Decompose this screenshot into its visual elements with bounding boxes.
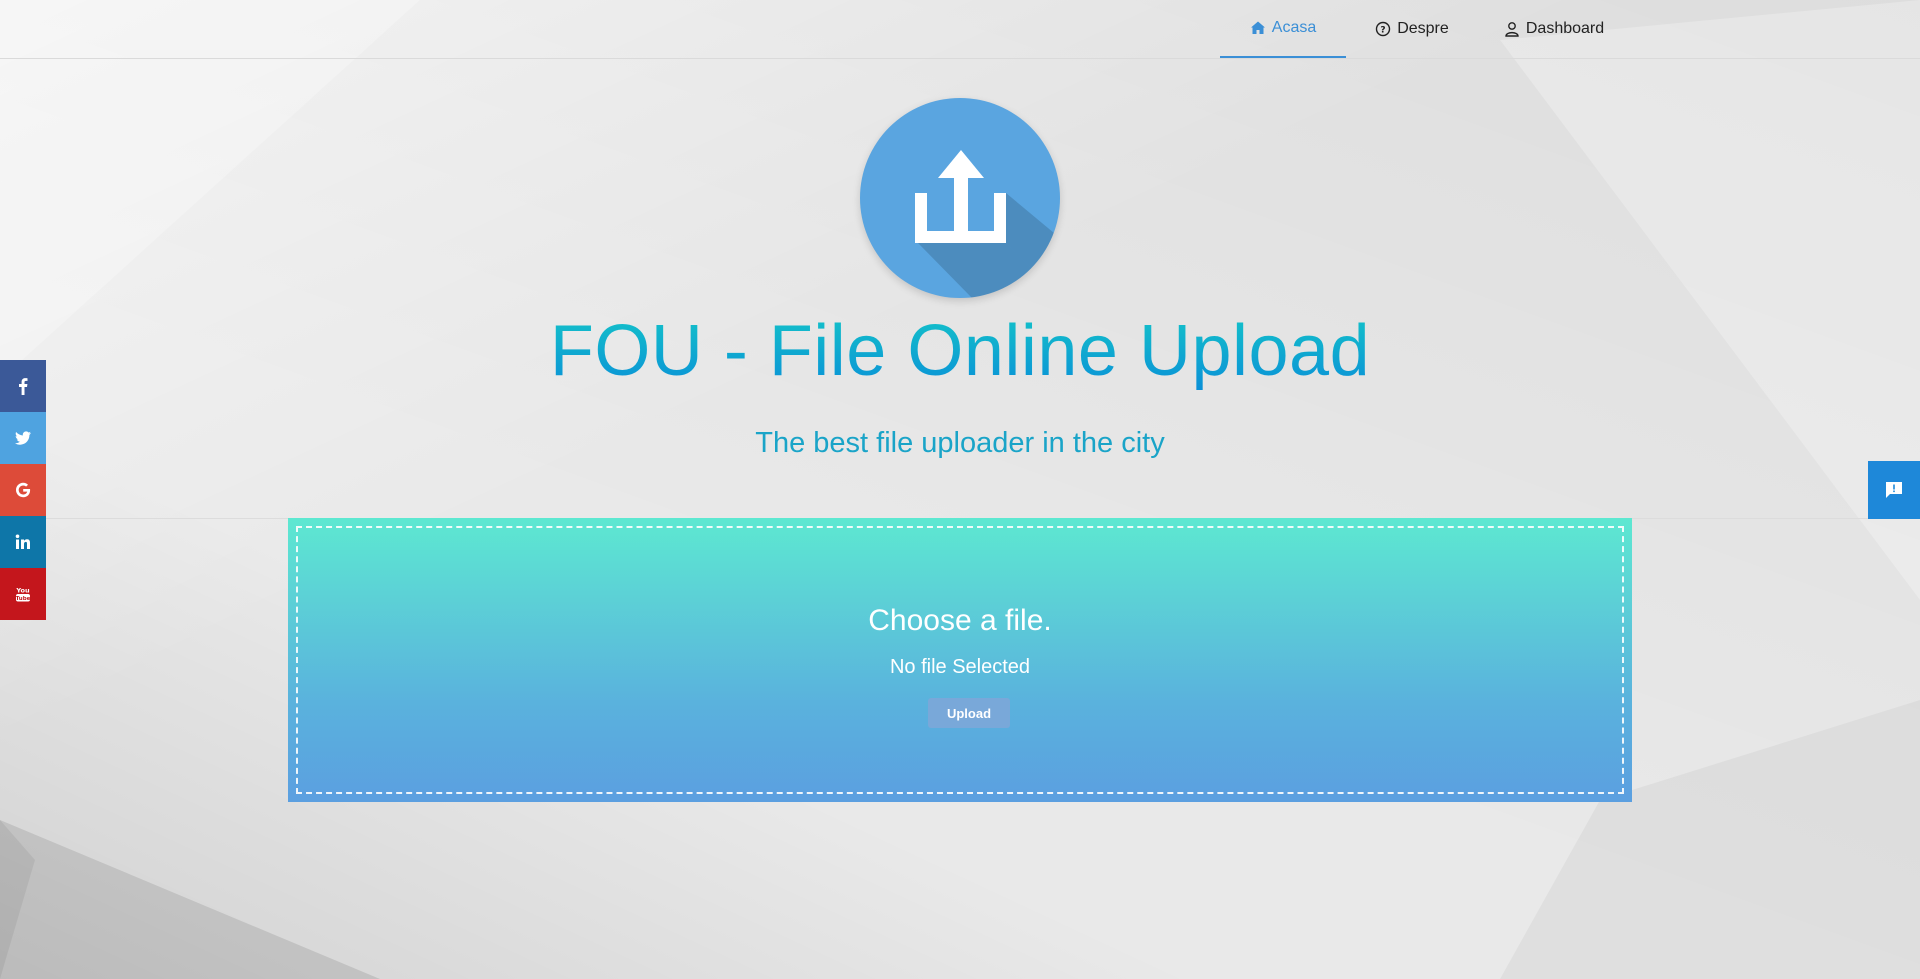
nav-item-label: Acasa: [1271, 19, 1317, 36]
youtube-icon: YouTube: [15, 587, 31, 603]
nav-item-despre[interactable]: ? Despre: [1360, 0, 1464, 58]
question-circle-icon: ?: [1376, 21, 1391, 37]
page-subtitle: The best file uploader in the city: [755, 427, 1165, 459]
google-button[interactable]: [0, 464, 46, 516]
page-title: FOU - File Online Upload: [0, 310, 1920, 392]
twitter-icon: [15, 431, 31, 445]
top-nav: Acasa ? Despre Dashboard: [0, 0, 1920, 59]
feedback-button[interactable]: [1868, 461, 1920, 519]
upload-icon: [915, 150, 1060, 298]
linkedin-icon: [15, 534, 30, 549]
dropzone-border: Choose a file. No file Selected Upload: [296, 526, 1624, 794]
facebook-button[interactable]: [0, 360, 46, 412]
home-icon: [1250, 21, 1265, 34]
choose-file-label[interactable]: Choose a file.: [298, 604, 1622, 638]
feedback-icon: [1886, 482, 1902, 498]
upload-logo: [860, 98, 1060, 298]
upload-dropzone[interactable]: Choose a file. No file Selected Upload: [288, 518, 1632, 802]
svg-text:?: ?: [1381, 26, 1386, 36]
upload-button[interactable]: Upload: [928, 698, 1010, 728]
nav-item-dashboard[interactable]: Dashboard: [1494, 0, 1614, 58]
file-status: No file Selected: [889, 656, 1031, 678]
nav-item-label: Despre: [1397, 20, 1449, 37]
social-sidebar: You Tube: [0, 360, 46, 620]
svg-text:You: You: [15, 587, 30, 595]
nav-item-acasa[interactable]: Acasa: [1220, 0, 1346, 58]
facebook-icon: [19, 378, 28, 395]
youtube-button[interactable]: You Tube: [0, 568, 46, 620]
nav-item-label: Dashboard: [1525, 20, 1605, 37]
google-icon: [16, 482, 31, 498]
linkedin-button[interactable]: [0, 516, 46, 568]
twitter-button[interactable]: [0, 412, 46, 464]
svg-text:Tube: Tube: [16, 596, 31, 602]
user-icon: [1505, 22, 1519, 37]
